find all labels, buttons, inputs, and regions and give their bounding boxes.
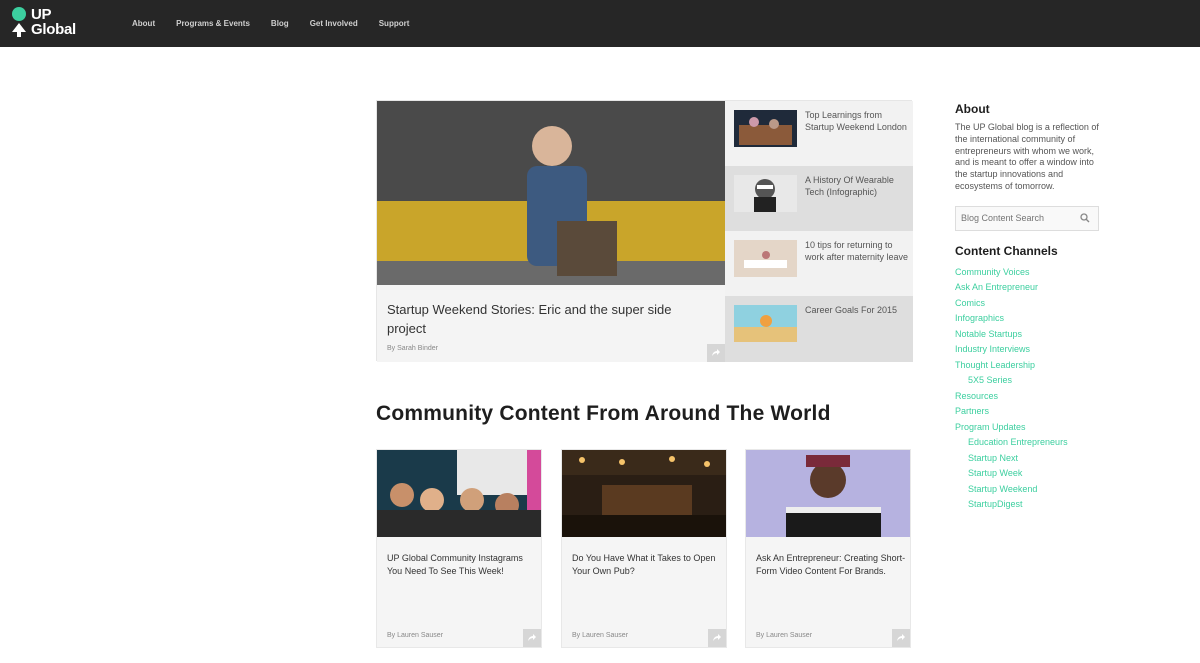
hero-image[interactable] xyxy=(377,101,725,285)
channel-link[interactable]: Program Updates xyxy=(955,420,1105,436)
share-icon xyxy=(712,349,720,356)
hero-photo-placeholder xyxy=(377,101,725,285)
card-share-button[interactable] xyxy=(523,629,541,647)
featured-posts: Startup Weekend Stories: Eric and the su… xyxy=(376,100,913,362)
content-channels-list: Community Voices Ask An Entrepreneur Com… xyxy=(955,265,1105,513)
nav-get-involved[interactable]: Get Involved xyxy=(310,19,358,28)
card-title: Ask An Entrepreneur: Creating Short-Form… xyxy=(756,553,906,576)
card-image xyxy=(746,450,910,537)
share-icon xyxy=(713,634,721,641)
channel-sublink[interactable]: Startup Next xyxy=(955,451,1105,467)
logo-line-2: Global xyxy=(31,21,76,38)
community-card[interactable]: Ask An Entrepreneur: Creating Short-Form… xyxy=(745,449,911,648)
blog-search xyxy=(955,205,1099,231)
main-nav: About Programs & Events Blog Get Involve… xyxy=(132,0,430,47)
search-icon[interactable] xyxy=(1080,213,1090,223)
channel-link[interactable]: Notable Startups xyxy=(955,327,1105,343)
card-photo xyxy=(562,450,726,537)
channel-sublink[interactable]: Startup Weekend xyxy=(955,482,1105,498)
channel-link[interactable]: Industry Interviews xyxy=(955,342,1105,358)
logo-text: UP Global xyxy=(31,7,76,37)
side-post-title: A History Of Wearable Tech (Infographic) xyxy=(805,175,894,197)
channel-link[interactable]: Infographics xyxy=(955,311,1105,327)
side-post-thumbnail xyxy=(734,305,797,342)
card-byline: By Lauren Sauser xyxy=(387,632,444,639)
hero-byline: By Sarah Binder xyxy=(387,345,438,352)
thumbnail-photo xyxy=(734,240,797,277)
about-heading: About xyxy=(955,102,990,116)
share-icon xyxy=(897,634,905,641)
side-post-item[interactable]: A History Of Wearable Tech (Infographic) xyxy=(725,166,913,231)
logo-person-icon xyxy=(12,7,26,37)
channel-sublink[interactable]: Startup Week xyxy=(955,466,1105,482)
community-card[interactable]: Do You Have What it Takes to Open Your O… xyxy=(561,449,727,648)
channel-sublink[interactable]: Education Entrepreneurs xyxy=(955,435,1105,451)
channel-link[interactable]: Community Voices xyxy=(955,265,1105,281)
community-section-heading: Community Content From Around The World xyxy=(376,402,831,425)
hero-caption: Startup Weekend Stories: Eric and the su… xyxy=(377,285,725,362)
hero-title[interactable]: Startup Weekend Stories: Eric and the su… xyxy=(387,300,707,338)
channel-sublink[interactable]: StartupDigest xyxy=(955,497,1105,513)
top-navbar: UP Global About Programs & Events Blog G… xyxy=(0,0,1200,47)
blog-search-input[interactable] xyxy=(956,206,1076,230)
channel-link[interactable]: Comics xyxy=(955,296,1105,312)
side-post-list: Top Learnings from Startup Weekend Londo… xyxy=(725,101,913,362)
channel-sublink[interactable]: 5X5 Series xyxy=(955,373,1105,389)
up-global-logo[interactable]: UP Global xyxy=(11,7,91,41)
share-icon xyxy=(528,634,536,641)
side-post-thumbnail xyxy=(734,175,797,212)
side-post-title: 10 tips for returning to work after mate… xyxy=(805,240,909,262)
card-title: Do You Have What it Takes to Open Your O… xyxy=(572,553,716,576)
channel-link[interactable]: Partners xyxy=(955,404,1105,420)
content-channels-heading: Content Channels xyxy=(955,243,1058,258)
side-post-thumbnail xyxy=(734,110,797,147)
nav-programs-events[interactable]: Programs & Events xyxy=(176,19,250,28)
thumbnail-photo xyxy=(734,305,797,342)
side-post-item[interactable]: Career Goals For 2015 xyxy=(725,296,913,362)
channel-link[interactable]: Thought Leadership xyxy=(955,358,1105,374)
card-photo xyxy=(746,450,910,537)
card-image xyxy=(377,450,541,537)
side-post-title: Top Learnings from Startup Weekend Londo… xyxy=(805,110,907,132)
side-post-item[interactable]: Top Learnings from Startup Weekend Londo… xyxy=(725,101,913,166)
nav-about[interactable]: About xyxy=(132,19,155,28)
thumbnail-photo xyxy=(734,110,797,147)
card-byline: By Lauren Sauser xyxy=(572,632,629,639)
logo-line-1: UP xyxy=(31,6,52,23)
card-image xyxy=(562,450,726,537)
right-sidebar: About The UP Global blog is a reflection… xyxy=(955,102,1105,513)
side-post-item[interactable]: 10 tips for returning to work after mate… xyxy=(725,231,913,296)
card-byline: By Lauren Sauser xyxy=(756,632,813,639)
community-card[interactable]: UP Global Community Instagrams You Need … xyxy=(376,449,542,648)
side-post-title: Career Goals For 2015 xyxy=(805,305,898,315)
card-title: UP Global Community Instagrams You Need … xyxy=(387,553,523,576)
nav-support[interactable]: Support xyxy=(379,19,410,28)
card-photo xyxy=(377,450,541,537)
about-text: The UP Global blog is a reflection of th… xyxy=(955,122,1099,191)
hero-share-button[interactable] xyxy=(707,344,725,362)
channel-link[interactable]: Resources xyxy=(955,389,1105,405)
thumbnail-photo xyxy=(734,175,797,212)
card-share-button[interactable] xyxy=(892,629,910,647)
card-share-button[interactable] xyxy=(708,629,726,647)
side-post-thumbnail xyxy=(734,240,797,277)
channel-link[interactable]: Ask An Entrepreneur xyxy=(955,280,1105,296)
nav-blog[interactable]: Blog xyxy=(271,19,289,28)
